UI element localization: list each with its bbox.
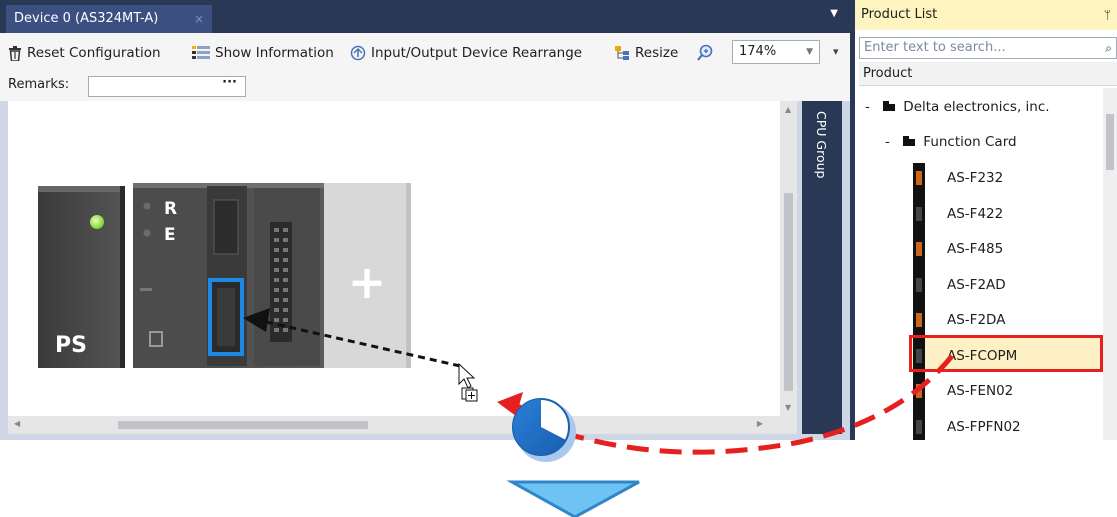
card-thumbnail-icon xyxy=(914,380,924,402)
zoom-button[interactable] xyxy=(697,43,715,63)
show-information-label: Show Information xyxy=(215,45,334,61)
collapse-icon[interactable]: - xyxy=(865,97,879,117)
device-document-panel: Device 0 (AS324MT-A) × ▼ Reset Configura… xyxy=(0,0,850,440)
canvas-vertical-scrollbar[interactable]: ▲ ▼ xyxy=(780,101,797,416)
plus-icon: + xyxy=(348,255,387,309)
card-thumbnail-icon xyxy=(914,274,924,296)
zoom-value: 174% xyxy=(739,44,777,59)
card-thumbnail-icon xyxy=(914,167,924,189)
collapse-icon[interactable]: - xyxy=(885,132,899,152)
card-thumbnail-icon xyxy=(914,416,924,438)
category-label: Function Card xyxy=(923,134,1017,150)
search-icon[interactable]: ⌕ xyxy=(1105,38,1112,58)
product-list-panel: Product List ᛘ Enter text to search... ⌕… xyxy=(855,0,1117,440)
product-search-input[interactable]: Enter text to search... ⌕ xyxy=(859,37,1117,59)
document-tab-bar: Device 0 (AS324MT-A) × ▼ xyxy=(0,0,850,33)
product-item-as-f422[interactable]: AS-F422 xyxy=(947,204,1003,224)
card-thumbnail-icon xyxy=(914,203,924,225)
tree-node-function-card[interactable]: - Function Card xyxy=(885,132,1017,152)
card-thumbnail-icon xyxy=(914,309,924,331)
product-item-as-f2ad[interactable]: AS-F2AD xyxy=(947,275,1006,295)
scroll-up-icon[interactable]: ▲ xyxy=(785,105,791,114)
ps-label: PS xyxy=(55,333,87,358)
scroll-left-icon[interactable]: ◀ xyxy=(14,419,20,428)
tab-device-0[interactable]: Device 0 (AS324MT-A) × xyxy=(6,5,212,33)
product-column-header[interactable]: Product xyxy=(859,62,1117,86)
scrollbar-thumb[interactable] xyxy=(118,421,368,429)
tab-dropdown-icon[interactable]: ▼ xyxy=(830,8,838,19)
tab-title: Device 0 (AS324MT-A) xyxy=(14,11,159,26)
power-led-icon xyxy=(90,215,104,229)
add-module-slot[interactable]: + xyxy=(324,183,411,368)
error-led-icon xyxy=(143,229,151,237)
io-device-rearrange-label: Input/Output Device Rearrange xyxy=(371,45,583,61)
scrollbar-thumb[interactable] xyxy=(784,193,793,391)
info-list-icon xyxy=(192,46,210,59)
canvas-horizontal-scrollbar[interactable]: ◀ ▶ xyxy=(8,416,797,434)
cpu-group-label: CPU Group xyxy=(814,111,829,179)
toolbar-overflow-icon[interactable]: ▾ xyxy=(833,45,839,58)
toolbar: Reset Configuration Show Information Inp… xyxy=(0,33,850,71)
run-led-icon xyxy=(143,202,151,210)
zoom-select[interactable]: 174% ▼ xyxy=(732,40,820,64)
scroll-down-icon[interactable]: ▼ xyxy=(785,403,791,412)
remarks-label: Remarks: xyxy=(8,77,70,92)
reset-configuration-label: Reset Configuration xyxy=(27,45,161,61)
product-item-as-f485[interactable]: AS-F485 xyxy=(947,239,1003,259)
zoom-icon xyxy=(697,44,713,61)
folder-icon xyxy=(903,135,916,146)
tree-node-vendor[interactable]: - Delta electronics, inc. xyxy=(865,97,1050,117)
product-item-as-fpfn02[interactable]: AS-FPFN02 xyxy=(947,417,1021,437)
product-item-as-fen02[interactable]: AS-FEN02 xyxy=(947,381,1013,401)
power-supply-module[interactable]: PS xyxy=(38,186,125,368)
resize-label: Resize xyxy=(635,45,679,61)
resize-button[interactable]: Resize xyxy=(614,43,678,63)
resize-icon xyxy=(615,46,629,60)
product-list-scrollbar[interactable] xyxy=(1103,88,1117,440)
chevron-down-icon: ▼ xyxy=(806,47,813,57)
product-item-as-f2da[interactable]: AS-F2DA xyxy=(947,310,1005,330)
vendor-label: Delta electronics, inc. xyxy=(903,99,1050,115)
remarks-field[interactable]: ··· xyxy=(88,75,246,97)
folder-icon xyxy=(883,100,896,111)
product-list-header: Product List ᛘ xyxy=(855,0,1117,30)
trash-icon xyxy=(9,45,21,61)
highlight-box xyxy=(909,335,1103,372)
show-information-button[interactable]: Show Information xyxy=(192,43,334,63)
product-list-title: Product List xyxy=(861,7,938,22)
product-item-as-f232[interactable]: AS-F232 xyxy=(947,168,1003,188)
reset-configuration-button[interactable]: Reset Configuration xyxy=(8,43,161,63)
product-column-label: Product xyxy=(863,66,913,81)
cpu-module[interactable]: R E xyxy=(133,183,325,368)
tab-close-icon[interactable]: × xyxy=(194,5,204,33)
card-thumbnail-icon xyxy=(914,238,924,260)
led-e-label: E xyxy=(164,225,176,245)
down-arrow-icon xyxy=(506,480,640,517)
remarks-bar: Remarks: ··· xyxy=(0,71,850,101)
scroll-right-icon[interactable]: ▶ xyxy=(757,419,763,428)
remarks-browse-button[interactable]: ··· xyxy=(222,75,237,90)
rearrange-icon xyxy=(350,45,366,61)
scrollbar-thumb[interactable] xyxy=(1106,114,1114,170)
search-placeholder: Enter text to search... xyxy=(864,40,1006,55)
cpu-group-panel[interactable]: CPU Group xyxy=(802,101,842,434)
led-r-label: R xyxy=(164,199,177,219)
io-device-rearrange-button[interactable]: Input/Output Device Rearrange xyxy=(350,43,582,63)
pin-icon[interactable]: ᛘ xyxy=(1104,0,1111,30)
